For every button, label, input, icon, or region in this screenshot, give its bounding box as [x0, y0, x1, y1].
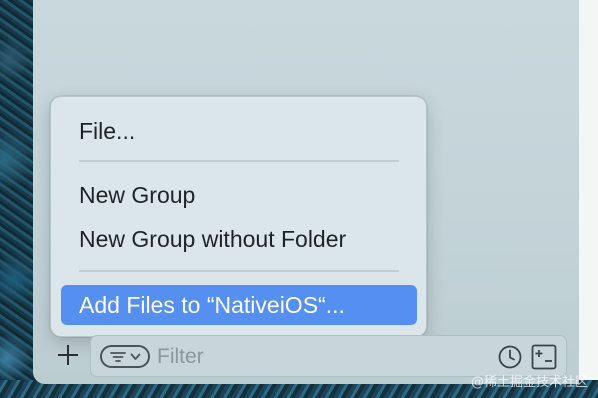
editor-edge — [578, 0, 598, 398]
menu-item-new-group-without-folder[interactable]: New Group without Folder — [61, 219, 417, 259]
menu-item-add-files[interactable]: Add Files to “NativeiOS“... — [61, 285, 417, 325]
menu-separator — [79, 270, 399, 272]
clock-icon[interactable] — [497, 344, 523, 370]
add-popup-menu: File... New Group New Group without Fold… — [50, 96, 427, 337]
plus-icon — [58, 345, 78, 365]
filter-options-icon — [109, 351, 126, 362]
plus-minus-icon[interactable] — [531, 344, 557, 370]
menu-item-new-group[interactable]: New Group — [61, 175, 417, 215]
menu-item-file[interactable]: File... — [61, 111, 417, 151]
chevron-down-icon — [130, 353, 140, 360]
menu-separator — [79, 160, 399, 162]
filter-options-button[interactable] — [100, 345, 150, 368]
watermark: @稀土掘金技术社区 — [470, 375, 588, 390]
filter-input[interactable] — [157, 343, 477, 371]
add-button[interactable] — [56, 343, 80, 367]
